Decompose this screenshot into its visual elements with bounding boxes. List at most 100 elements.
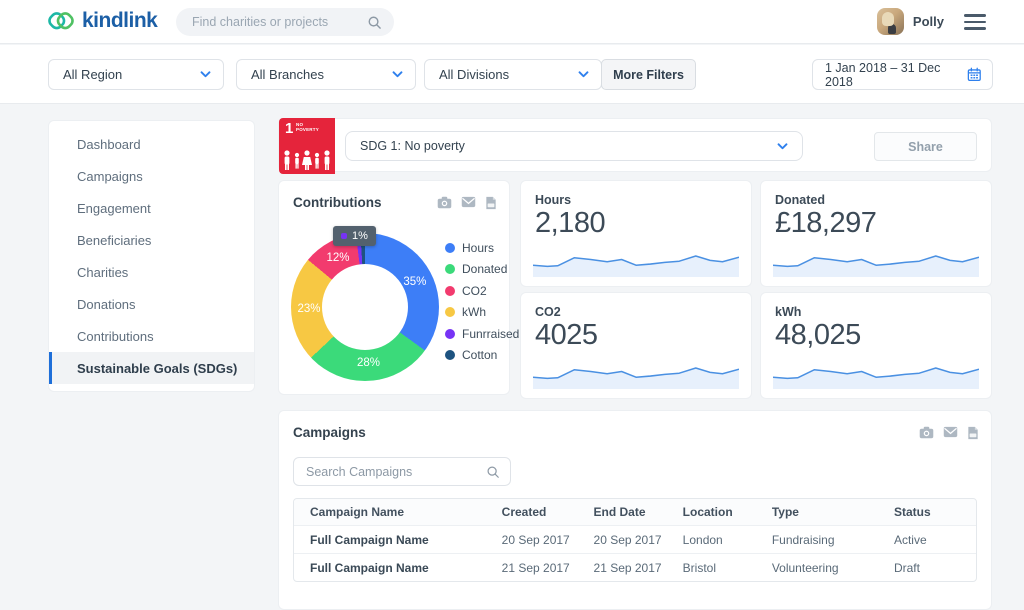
table-cell: Draft <box>894 561 976 575</box>
sdg1-no-poverty-icon: 1 NO POVERTY <box>279 118 335 174</box>
sdg-badge-label: NO POVERTY <box>296 122 326 132</box>
table-cell: 20 Sep 2017 <box>594 533 683 547</box>
campaigns-title: Campaigns <box>293 425 366 440</box>
sidebar-item-contributions[interactable]: Contributions <box>49 320 254 352</box>
sidebar-item-engagement[interactable]: Engagement <box>49 192 254 224</box>
stat-label: Hours <box>535 193 571 207</box>
sidebar-item-charities[interactable]: Charities <box>49 256 254 288</box>
stat-label: Donated <box>775 193 825 207</box>
table-cell: Volunteering <box>772 561 894 575</box>
donut-slice-label-kwh: 23% <box>298 303 321 315</box>
legend-item-co2[interactable]: CO2 <box>445 280 519 302</box>
region-select-value: All Region <box>63 67 122 82</box>
chevron-down-icon <box>578 71 589 78</box>
donut-slice-label-co2: 12% <box>327 252 350 264</box>
sdg-selector-bar: 1 NO POVERTY SDG 1: No poverty Share <box>278 118 992 172</box>
stat-label: CO2 <box>535 305 561 319</box>
main-content: 1 NO POVERTY SDG 1: No poverty Share C <box>278 104 992 584</box>
xls-export-icon[interactable] <box>967 426 979 440</box>
table-cell: Full Campaign Name <box>310 533 502 547</box>
sdg-badge-number: 1 <box>285 120 293 137</box>
stat-card-co2: CO2 4025 <box>520 292 752 399</box>
donut-slice-label-donated: 28% <box>357 357 380 369</box>
xls-export-icon[interactable] <box>485 196 497 210</box>
sidebar-item-beneficiaries[interactable]: Beneficiaries <box>49 224 254 256</box>
global-search-input[interactable] <box>192 15 367 29</box>
date-range-picker[interactable]: 1 Jan 2018 – 31 Dec 2018 <box>812 59 993 90</box>
sdg-goal-select[interactable]: SDG 1: No poverty <box>345 131 803 161</box>
table-cell: Full Campaign Name <box>310 561 502 575</box>
legend-item-funrraised[interactable]: Funrraised <box>445 323 519 345</box>
sdg-people-glyph <box>281 149 333 171</box>
stat-card-kwh: kWh 48,025 <box>760 292 992 399</box>
stat-label: kWh <box>775 305 801 319</box>
envelope-icon[interactable] <box>943 426 958 438</box>
more-filters-button[interactable]: More Filters <box>601 59 696 90</box>
camera-icon[interactable] <box>437 196 452 209</box>
legend-item-cotton[interactable]: Cotton <box>445 345 519 367</box>
column-header: Type <box>772 505 894 519</box>
user-avatar[interactable] <box>877 8 904 35</box>
campaigns-search-input[interactable] <box>306 465 486 479</box>
legend-item-kwh[interactable]: kWh <box>445 302 519 324</box>
column-header: Created <box>502 505 594 519</box>
contributions-card: Contributions 1% 35%28%23%12% HoursDonat… <box>278 180 510 395</box>
search-icon <box>367 15 382 30</box>
sparkline-chart <box>773 236 979 278</box>
sidebar-item-campaigns[interactable]: Campaigns <box>49 160 254 192</box>
search-icon <box>486 465 500 479</box>
top-header: kindlink Polly <box>0 0 1024 44</box>
table-cell: Fundraising <box>772 533 894 547</box>
divisions-select-value: All Divisions <box>439 67 509 82</box>
table-cell: Bristol <box>683 561 772 575</box>
legend-item-hours[interactable]: Hours <box>445 237 519 259</box>
global-search[interactable] <box>176 8 394 36</box>
filter-bar: All Region All Branches All Divisions Mo… <box>0 45 1024 104</box>
donut-slice-label-hours: 35% <box>403 276 426 288</box>
campaigns-search[interactable] <box>293 457 511 486</box>
sparkline-chart <box>533 348 739 390</box>
branches-select[interactable]: All Branches <box>236 59 416 90</box>
sidebar-item-donations[interactable]: Donations <box>49 288 254 320</box>
branches-select-value: All Branches <box>251 67 324 82</box>
chevron-down-icon <box>200 71 211 78</box>
column-header: Status <box>894 505 976 519</box>
brand-name: kindlink <box>82 9 157 33</box>
legend-item-donated[interactable]: Donated <box>445 259 519 281</box>
table-cell: London <box>683 533 772 547</box>
column-header: End Date <box>594 505 683 519</box>
table-cell: Active <box>894 533 976 547</box>
donut-tooltip: 1% <box>333 226 376 246</box>
envelope-icon[interactable] <box>461 196 476 208</box>
campaigns-card: Campaigns Campaign NameCreatedEnd DateLo… <box>278 410 992 610</box>
donut-legend: HoursDonatedCO2kWhFunrraisedCotton <box>445 237 519 366</box>
column-header: Location <box>683 505 772 519</box>
contributions-title: Contributions <box>293 195 381 210</box>
stat-card-hours: Hours 2,180 <box>520 180 752 287</box>
table-row[interactable]: Full Campaign Name20 Sep 201720 Sep 2017… <box>294 525 976 553</box>
sidebar-nav: DashboardCampaignsEngagementBeneficiarie… <box>48 120 255 392</box>
user-name: Polly <box>913 14 944 29</box>
date-range-value: 1 Jan 2018 – 31 Dec 2018 <box>825 61 967 89</box>
sdg-goal-select-value: SDG 1: No poverty <box>360 139 465 153</box>
table-row[interactable]: Full Campaign Name21 Sep 201721 Sep 2017… <box>294 553 976 581</box>
table-header-row: Campaign NameCreatedEnd DateLocationType… <box>294 499 976 525</box>
divisions-select[interactable]: All Divisions <box>424 59 602 90</box>
menu-icon[interactable] <box>964 14 986 30</box>
sparkline-chart <box>533 236 739 278</box>
chevron-down-icon <box>777 143 788 150</box>
share-button[interactable]: Share <box>874 132 977 161</box>
column-header: Campaign Name <box>310 505 502 519</box>
chevron-down-icon <box>392 71 403 78</box>
region-select[interactable]: All Region <box>48 59 224 90</box>
table-cell: 21 Sep 2017 <box>502 561 594 575</box>
sidebar-item-sustainable-goals-sdgs[interactable]: Sustainable Goals (SDGs) <box>49 352 254 384</box>
camera-icon[interactable] <box>919 426 934 439</box>
stat-card-donated: Donated £18,297 <box>760 180 992 287</box>
sidebar-item-dashboard[interactable]: Dashboard <box>49 128 254 160</box>
table-cell: 21 Sep 2017 <box>594 561 683 575</box>
kindlink-logo-icon <box>46 7 76 35</box>
table-cell: 20 Sep 2017 <box>502 533 594 547</box>
sparkline-chart <box>773 348 979 390</box>
kindlink-logo[interactable]: kindlink <box>46 7 157 35</box>
